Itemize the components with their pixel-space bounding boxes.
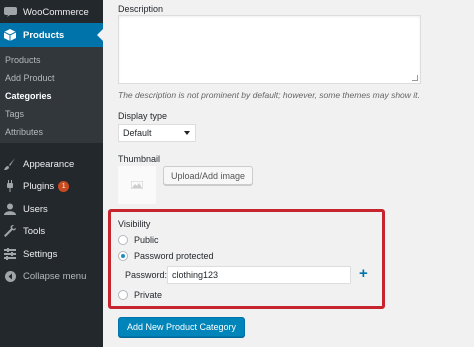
visibility-password-label[interactable]: Password protected bbox=[134, 251, 214, 261]
menu-plugins-label: Plugins bbox=[23, 180, 55, 192]
description-hint: The description is not prominent by defa… bbox=[118, 90, 420, 100]
menu-users[interactable]: Users bbox=[0, 197, 103, 221]
admin-sidebar: WooCommerce Products Products Add Produc… bbox=[0, 0, 103, 347]
settings-sliders-icon bbox=[3, 247, 17, 261]
products-submenu: Products Add Product Categories Tags Att… bbox=[0, 47, 103, 143]
menu-appearance[interactable]: Appearance bbox=[0, 152, 103, 176]
menu-users-label: Users bbox=[23, 203, 48, 215]
menu-products-label: Products bbox=[23, 29, 65, 41]
woocommerce-icon bbox=[3, 5, 17, 19]
collapse-menu-button[interactable]: Collapse menu bbox=[0, 264, 103, 288]
add-new-category-button[interactable]: Add New Product Category bbox=[118, 317, 246, 337]
collapse-menu-label: Collapse menu bbox=[23, 270, 87, 282]
products-box-icon bbox=[3, 28, 17, 42]
submenu-item-attributes[interactable]: Attributes bbox=[5, 127, 43, 137]
description-label: Description bbox=[118, 4, 164, 14]
display-type-value: Default bbox=[123, 128, 152, 138]
menu-tools-label: Tools bbox=[23, 225, 46, 237]
visibility-private-radio[interactable] bbox=[118, 290, 128, 300]
menu-appearance-label: Appearance bbox=[23, 158, 75, 170]
password-value: clothing123 bbox=[172, 270, 219, 280]
user-icon bbox=[3, 202, 17, 216]
menu-woocommerce-label: WooCommerce bbox=[23, 6, 89, 18]
main-content: Description The description is not promi… bbox=[103, 0, 474, 347]
image-placeholder-icon bbox=[131, 181, 143, 189]
visibility-public-radio[interactable] bbox=[118, 235, 128, 245]
wrench-icon bbox=[3, 224, 17, 238]
menu-tools[interactable]: Tools bbox=[0, 219, 103, 243]
description-textarea[interactable] bbox=[118, 15, 421, 84]
display-type-label: Display type bbox=[118, 111, 168, 121]
chevron-down-icon bbox=[184, 131, 190, 135]
paintbrush-icon bbox=[3, 157, 17, 171]
menu-settings-label: Settings bbox=[23, 248, 58, 260]
menu-settings[interactable]: Settings bbox=[0, 242, 103, 266]
thumbnail-placeholder bbox=[118, 166, 156, 204]
thumbnail-label: Thumbnail bbox=[118, 154, 161, 164]
submenu-item-categories[interactable]: Categories bbox=[5, 91, 52, 101]
visibility-public-label[interactable]: Public bbox=[134, 235, 159, 245]
menu-plugins[interactable]: Plugins 1 bbox=[0, 174, 103, 198]
submenu-item-products[interactable]: Products bbox=[5, 55, 41, 65]
plugins-update-badge: 1 bbox=[58, 180, 70, 192]
submenu-item-add-product[interactable]: Add Product bbox=[5, 73, 55, 83]
collapse-arrow-icon bbox=[3, 269, 17, 283]
visibility-private-label[interactable]: Private bbox=[134, 290, 162, 300]
visibility-password-radio[interactable] bbox=[118, 251, 128, 261]
menu-products[interactable]: Products bbox=[0, 23, 103, 47]
menu-woocommerce[interactable]: WooCommerce bbox=[0, 0, 103, 24]
password-label: Password: bbox=[125, 270, 168, 280]
plug-icon bbox=[3, 179, 17, 193]
password-input[interactable]: clothing123 bbox=[167, 266, 351, 284]
display-type-select[interactable]: Default bbox=[118, 124, 196, 142]
visibility-label: Visibility bbox=[118, 219, 151, 229]
submenu-item-tags[interactable]: Tags bbox=[5, 109, 24, 119]
upload-image-button[interactable]: Upload/Add image bbox=[163, 166, 254, 185]
resize-handle-icon[interactable] bbox=[412, 75, 418, 81]
add-password-plus-icon[interactable]: + bbox=[359, 265, 368, 283]
